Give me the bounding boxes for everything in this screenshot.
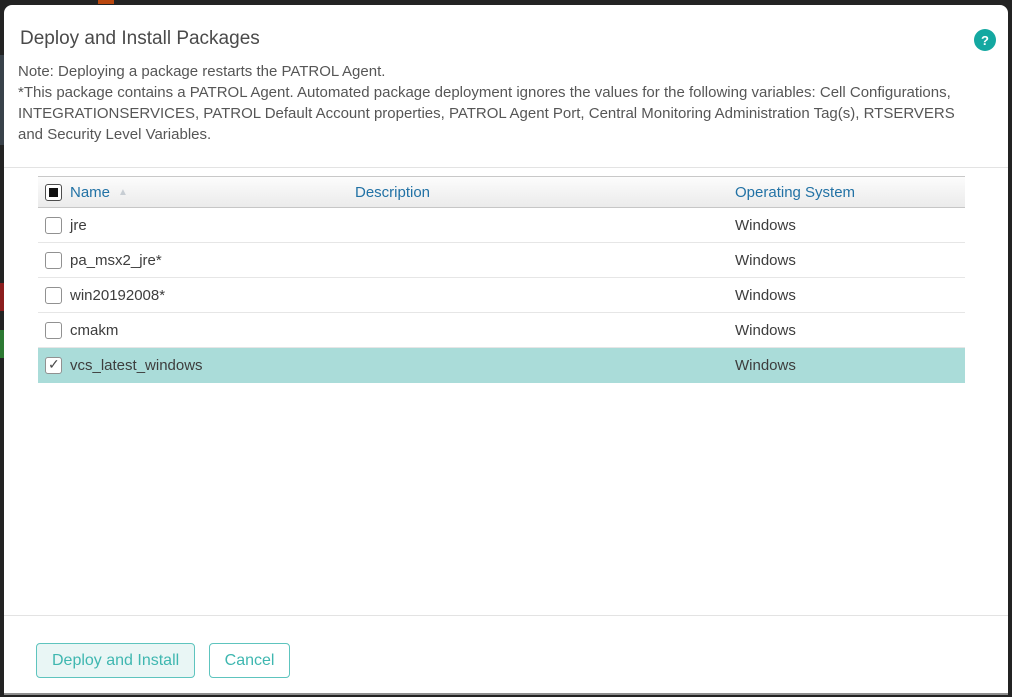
dialog-footer: Deploy and Install Cancel <box>4 616 1008 678</box>
column-header-name[interactable]: Name <box>70 184 110 201</box>
help-icon[interactable]: ? <box>974 29 996 51</box>
packages-table: Name ▲ Description Operating System jre … <box>38 176 965 383</box>
note-text: Note: Deploying a package restarts the P… <box>18 61 966 145</box>
packages-table-area: Name ▲ Description Operating System jre … <box>4 168 1008 615</box>
row-checkbox[interactable] <box>45 322 62 339</box>
package-os: Windows <box>725 217 965 234</box>
column-header-description[interactable]: Description <box>350 184 725 201</box>
table-header: Name ▲ Description Operating System <box>38 176 965 208</box>
table-row[interactable]: pa_msx2_jre* Windows <box>38 243 965 278</box>
deploy-and-install-button[interactable]: Deploy and Install <box>36 643 195 678</box>
package-name: vcs_latest_windows <box>70 357 203 374</box>
package-name: jre <box>70 217 87 234</box>
table-row[interactable]: jre Windows <box>38 208 965 243</box>
package-os: Windows <box>725 322 965 339</box>
sort-asc-icon: ▲ <box>118 187 128 198</box>
cancel-button[interactable]: Cancel <box>209 643 291 678</box>
note-line-1: Note: Deploying a package restarts the P… <box>18 61 966 82</box>
page-title: Deploy and Install Packages <box>20 28 968 50</box>
backdrop-page-edge <box>98 0 114 4</box>
column-header-operating-system[interactable]: Operating System <box>725 184 965 201</box>
package-name: cmakm <box>70 322 118 339</box>
deploy-and-install-dialog: Deploy and Install Packages ? Note: Depl… <box>4 5 1008 695</box>
package-os: Windows <box>725 287 965 304</box>
table-row[interactable]: cmakm Windows <box>38 313 965 348</box>
table-row[interactable]: win20192008* Windows <box>38 278 965 313</box>
package-name: win20192008* <box>70 287 165 304</box>
row-checkbox[interactable] <box>45 357 62 374</box>
row-checkbox[interactable] <box>45 287 62 304</box>
package-name: pa_msx2_jre* <box>70 252 162 269</box>
table-row[interactable]: vcs_latest_windows Windows <box>38 348 965 383</box>
package-os: Windows <box>725 252 965 269</box>
row-checkbox[interactable] <box>45 252 62 269</box>
select-all-checkbox[interactable] <box>45 184 62 201</box>
note-line-2: *This package contains a PATROL Agent. A… <box>18 82 966 145</box>
row-checkbox[interactable] <box>45 217 62 234</box>
package-os: Windows <box>725 357 965 374</box>
